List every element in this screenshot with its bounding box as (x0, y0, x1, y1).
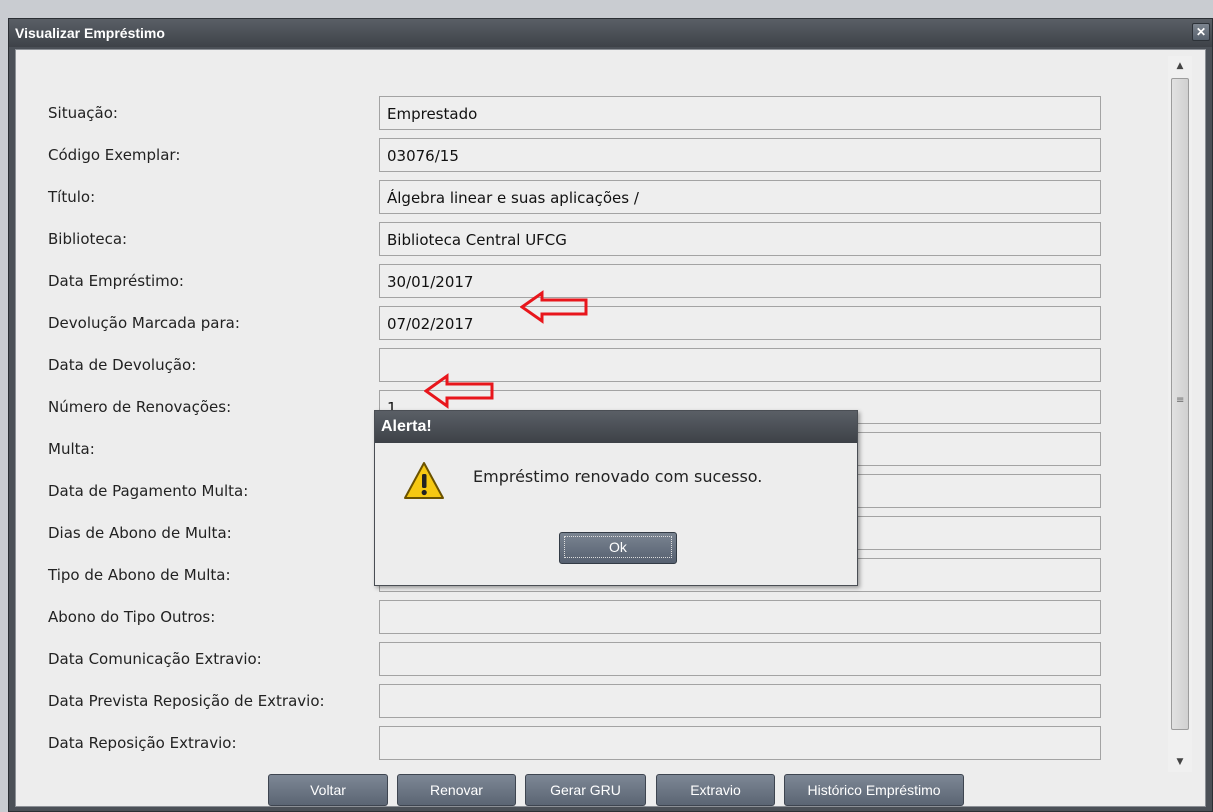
scroll-thumb[interactable]: ≡ (1171, 78, 1189, 730)
abono-outros-field[interactable] (379, 600, 1101, 634)
field-label: Data Empréstimo: (48, 272, 184, 290)
extravio-button[interactable]: Extravio (656, 774, 775, 806)
comunicacao-extravio-field[interactable] (379, 642, 1101, 676)
codigo-exemplar-field[interactable]: 03076/15 (379, 138, 1101, 172)
form-row-biblioteca: Biblioteca: Biblioteca Central UFCG (48, 222, 1108, 256)
gerar-gru-button[interactable]: Gerar GRU (525, 774, 646, 806)
data-emprestimo-field[interactable]: 30/01/2017 (379, 264, 1101, 298)
titulo-field[interactable]: Álgebra linear e suas aplicações / (379, 180, 1101, 214)
field-label: Data Prevista Reposição de Extravio: (48, 692, 325, 710)
annotation-arrow-icon (520, 290, 588, 324)
form-row-abono-outros: Abono do Tipo Outros: (48, 600, 1108, 634)
biblioteca-field[interactable]: Biblioteca Central UFCG (379, 222, 1101, 256)
renovar-button[interactable]: Renovar (397, 774, 516, 806)
alert-message: Empréstimo renovado com sucesso. (473, 467, 763, 486)
form-row-reposicao-extravio: Data Reposição Extravio: (48, 726, 1108, 760)
form-row-codigo-exemplar: Código Exemplar: 03076/15 (48, 138, 1108, 172)
button-bar: Voltar Renovar Gerar GRU Extravio Histór… (16, 774, 1205, 808)
prevista-reposicao-field[interactable] (379, 684, 1101, 718)
form-row-comunicacao-extravio: Data Comunicação Extravio: (48, 642, 1108, 676)
ok-button-label: Ok (564, 536, 672, 558)
field-label: Devolução Marcada para: (48, 314, 240, 332)
warning-icon (404, 462, 444, 499)
field-label: Data de Pagamento Multa: (48, 482, 249, 500)
form-row-situacao: Situação: Emprestado (48, 96, 1108, 130)
field-label: Situação: (48, 104, 118, 122)
field-label: Abono do Tipo Outros: (48, 608, 216, 626)
form-row-titulo: Título: Álgebra linear e suas aplicações… (48, 180, 1108, 214)
ok-button[interactable]: Ok (559, 532, 677, 564)
window-title: Visualizar Empréstimo (15, 25, 165, 41)
reposicao-extravio-field[interactable] (379, 726, 1101, 760)
field-label: Código Exemplar: (48, 146, 181, 164)
scroll-up-icon[interactable]: ▲ (1168, 56, 1192, 76)
historico-emprestimo-button[interactable]: Histórico Empréstimo (784, 774, 964, 806)
annotation-arrow-icon (424, 373, 494, 409)
voltar-button[interactable]: Voltar (268, 774, 388, 806)
devolucao-marcada-field[interactable]: 07/02/2017 (379, 306, 1101, 340)
field-label: Data Comunicação Extravio: (48, 650, 262, 668)
close-icon[interactable]: ✕ (1192, 23, 1210, 41)
field-label: Data Reposição Extravio: (48, 734, 237, 752)
alert-dialog: Alerta! Empréstimo renovado com sucesso.… (374, 410, 858, 586)
field-label: Data de Devolução: (48, 356, 197, 374)
field-label: Dias de Abono de Multa: (48, 524, 232, 542)
situacao-field[interactable]: Emprestado (379, 96, 1101, 130)
form-row-prevista-reposicao: Data Prevista Reposição de Extravio: (48, 684, 1108, 718)
form-row-data-devolucao: Data de Devolução: (48, 348, 1108, 382)
field-label: Tipo de Abono de Multa: (48, 566, 231, 584)
alert-title: Alerta! (375, 411, 857, 443)
field-label: Biblioteca: (48, 230, 128, 248)
grip-icon: ≡ (1176, 395, 1185, 406)
scroll-down-icon[interactable]: ▼ (1168, 752, 1192, 772)
field-label: Título: (48, 188, 96, 206)
window-titlebar: Visualizar Empréstimo ✕ (9, 19, 1212, 47)
field-label: Número de Renovações: (48, 398, 232, 416)
vertical-scrollbar[interactable]: ▲ ≡ ▼ (1168, 56, 1192, 772)
field-label: Multa: (48, 440, 95, 458)
